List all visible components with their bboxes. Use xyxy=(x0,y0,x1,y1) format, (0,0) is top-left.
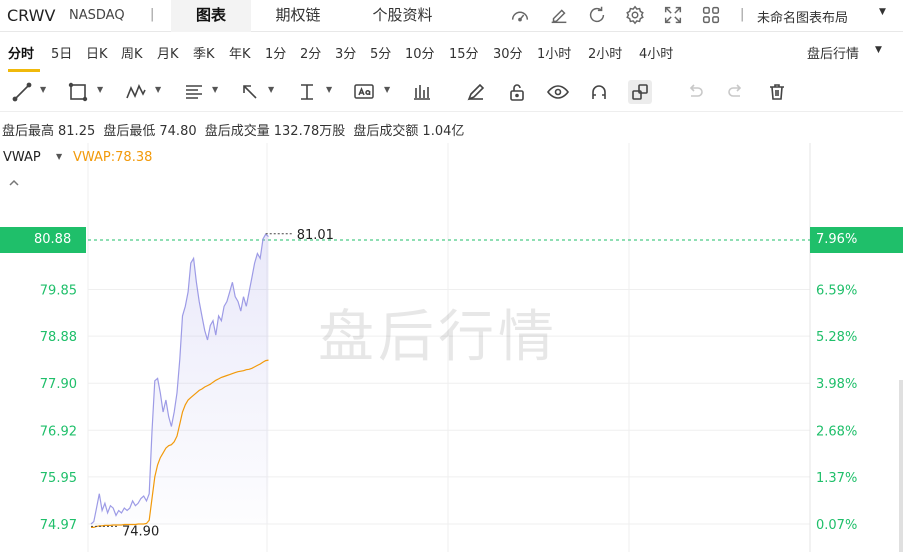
after-hours-stats: 盘后最高 81.25 盘后最低 74.80 盘后成交量 132.78万股 盘后成交额 1… xyxy=(2,120,468,139)
period-yearly[interactable]: 年K xyxy=(229,43,251,62)
chevron-down-icon[interactable]: ▼ xyxy=(155,85,161,94)
rectangle-icon[interactable] xyxy=(66,80,90,104)
y-tick-label: 74.97 xyxy=(40,518,77,533)
bar-stats-icon[interactable] xyxy=(410,80,434,104)
period-2m[interactable]: 2分 xyxy=(300,43,321,62)
volume-label: 盘后成交量 xyxy=(204,124,270,139)
edit-icon[interactable] xyxy=(548,4,570,26)
magnet-icon[interactable] xyxy=(587,80,611,104)
low-value: 74.80 xyxy=(159,124,197,139)
chevron-down-icon[interactable]: ▼ xyxy=(875,45,882,55)
chevron-down-icon[interactable]: ▼ xyxy=(268,85,274,94)
indicator-value: VWAP:78.38 xyxy=(73,150,153,165)
redo-icon[interactable] xyxy=(724,80,748,104)
y-tick-label: 78.88 xyxy=(40,330,77,345)
pattern-icon[interactable] xyxy=(124,80,148,104)
period-10m[interactable]: 10分 xyxy=(405,43,435,62)
session-select[interactable]: 盘后行情 xyxy=(807,43,859,62)
period-15m[interactable]: 15分 xyxy=(449,43,479,62)
chevron-down-icon[interactable]: ▼ xyxy=(879,7,886,17)
pct-tick-label: 5.28% xyxy=(816,330,857,345)
period-2h[interactable]: 2小时 xyxy=(588,43,622,62)
chevron-down-icon[interactable]: ▼ xyxy=(384,85,390,94)
tab-chart[interactable]: 图表 xyxy=(171,0,251,32)
period-quarterly[interactable]: 季K xyxy=(193,43,215,62)
ticker-symbol: CRWV xyxy=(7,6,56,25)
fullscreen-icon[interactable] xyxy=(662,4,684,26)
tab-stock-profile[interactable]: 个股资料 xyxy=(355,0,450,32)
link-drawings-icon[interactable] xyxy=(628,80,652,104)
period-weekly[interactable]: 周K xyxy=(121,43,143,62)
period-1h[interactable]: 1小时 xyxy=(537,43,571,62)
last-price-label: 80.88 xyxy=(0,227,86,253)
layout-separator: | xyxy=(740,7,745,22)
text-note-icon[interactable] xyxy=(352,80,376,104)
period-bar: 分时 5日 日K 周K 月K 季K 年K 1分 2分 3分 5分 10分 15分… xyxy=(0,32,903,72)
amount-label: 盘后成交额 xyxy=(353,124,419,139)
pct-tick-label: 6.59% xyxy=(816,283,857,298)
chart-header: CRWV NASDAQ | 图表 期权链 个股资料 | 未命名图表布局 ▼ xyxy=(0,0,903,32)
period-30m[interactable]: 30分 xyxy=(493,43,523,62)
low-label: 盘后最低 xyxy=(103,124,156,139)
fibonacci-icon[interactable] xyxy=(182,80,206,104)
y-tick-label: 79.85 xyxy=(40,283,77,298)
period-3m[interactable]: 3分 xyxy=(335,43,356,62)
header-separator: | xyxy=(150,7,155,22)
lock-icon[interactable] xyxy=(505,80,529,104)
settings-icon[interactable] xyxy=(624,4,646,26)
period-daily[interactable]: 日K xyxy=(86,43,108,62)
indicator-name[interactable]: VWAP xyxy=(3,150,41,165)
measure-icon[interactable] xyxy=(295,80,319,104)
high-label: 盘后最高 xyxy=(2,124,55,139)
chart-watermark: 盘后行情 xyxy=(318,305,558,370)
pct-tick-label: 2.68% xyxy=(816,424,857,439)
grid-icon[interactable] xyxy=(700,4,722,26)
chevron-up-icon[interactable] xyxy=(6,175,22,191)
last-pct-label: 7.96% xyxy=(810,227,903,253)
period-4h[interactable]: 4小时 xyxy=(639,43,673,62)
arrow-icon[interactable] xyxy=(238,80,262,104)
chevron-down-icon[interactable]: ▼ xyxy=(212,85,218,94)
chevron-down-icon[interactable]: ▼ xyxy=(56,152,62,161)
high-value: 81.25 xyxy=(58,124,96,139)
y-tick-label: 77.90 xyxy=(40,377,77,392)
y-tick-label: 75.95 xyxy=(40,471,77,486)
tab-options-chain[interactable]: 期权链 xyxy=(258,0,338,32)
period-5d[interactable]: 5日 xyxy=(51,43,72,62)
high-annotation-label: 81.01 xyxy=(297,228,334,243)
scrollbar[interactable] xyxy=(899,380,903,552)
y-tick-label: 76.92 xyxy=(40,424,77,439)
gauge-icon[interactable] xyxy=(509,4,531,26)
refresh-icon[interactable] xyxy=(586,4,608,26)
amount-value: 1.04亿 xyxy=(422,124,465,139)
period-5m[interactable]: 5分 xyxy=(370,43,391,62)
chevron-down-icon[interactable]: ▼ xyxy=(40,85,46,94)
volume-value: 132.78万股 xyxy=(273,124,346,139)
exchange-name: NASDAQ xyxy=(69,8,125,23)
layout-selector[interactable]: 未命名图表布局 xyxy=(757,7,848,26)
pct-tick-label: 1.37% xyxy=(816,471,857,486)
pct-tick-label: 3.98% xyxy=(816,377,857,392)
period-monthly[interactable]: 月K xyxy=(157,43,179,62)
pencil-icon[interactable] xyxy=(464,80,488,104)
chevron-down-icon[interactable]: ▼ xyxy=(326,85,332,94)
eye-icon[interactable] xyxy=(546,80,570,104)
trash-icon[interactable] xyxy=(765,80,789,104)
chevron-down-icon[interactable]: ▼ xyxy=(97,85,103,94)
period-intraday[interactable]: 分时 xyxy=(8,43,34,62)
price-area-fill xyxy=(91,234,269,524)
trend-line-icon[interactable] xyxy=(10,80,34,104)
undo-icon[interactable] xyxy=(683,80,707,104)
period-1m[interactable]: 1分 xyxy=(265,43,286,62)
low-annotation-label: 74.90 xyxy=(122,524,159,539)
pct-tick-label: 0.07% xyxy=(816,518,857,533)
